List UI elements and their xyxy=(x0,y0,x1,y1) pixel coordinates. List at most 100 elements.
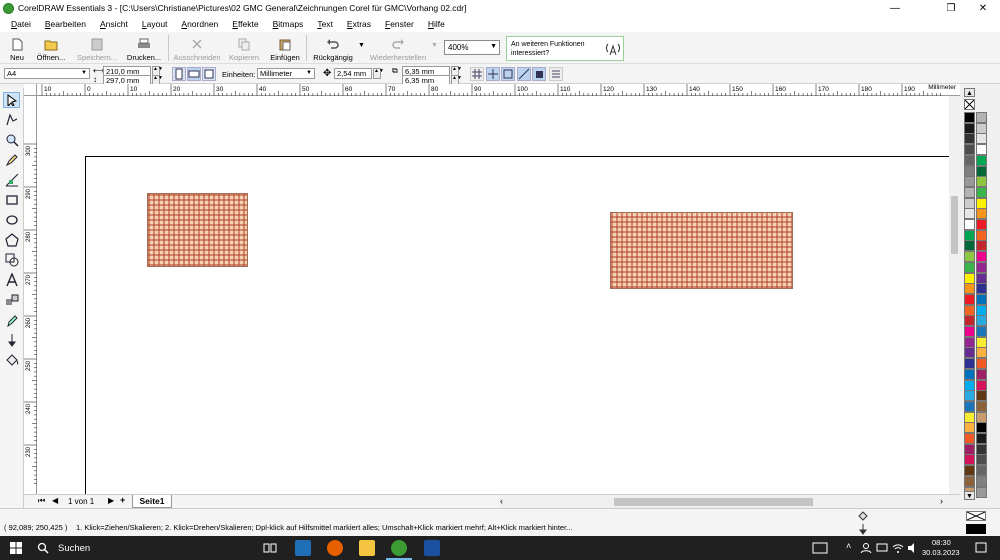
color-swatch[interactable] xyxy=(976,379,987,391)
print-button[interactable]: Drucken... xyxy=(126,34,162,62)
menu-anordnen[interactable]: Anordnen xyxy=(174,19,225,29)
color-swatch[interactable] xyxy=(976,358,987,370)
color-swatch[interactable] xyxy=(976,112,987,123)
color-swatch[interactable] xyxy=(964,154,975,166)
color-swatch[interactable] xyxy=(964,336,975,348)
treat-as-filled-button[interactable] xyxy=(532,67,546,81)
pick-tool[interactable] xyxy=(3,92,20,108)
color-swatch[interactable] xyxy=(964,465,975,477)
next-page-icon[interactable]: ▶ xyxy=(108,496,114,505)
color-swatch[interactable] xyxy=(976,390,987,402)
more-features-banner[interactable]: An weiteren Funktionen interessiert? xyxy=(506,36,624,61)
clock-date[interactable]: 30.03.2023 xyxy=(922,548,960,557)
color-swatch[interactable] xyxy=(964,358,975,370)
color-swatch[interactable] xyxy=(964,133,975,145)
color-swatch[interactable] xyxy=(976,400,987,412)
maximize-button[interactable]: ❐ xyxy=(936,0,966,16)
fill-none-swatch[interactable] xyxy=(966,511,986,521)
no-color-swatch[interactable] xyxy=(964,99,975,110)
freehand-tool[interactable] xyxy=(3,152,20,168)
color-swatch[interactable] xyxy=(976,454,987,466)
text-tool[interactable] xyxy=(3,272,20,288)
previous-page-icon[interactable]: ◀ xyxy=(52,496,58,505)
color-swatch[interactable] xyxy=(964,272,975,284)
calculator-app-icon[interactable] xyxy=(295,540,311,556)
zoom-tool[interactable] xyxy=(3,132,20,148)
drawing-canvas[interactable] xyxy=(37,96,949,494)
snap-grid-button[interactable] xyxy=(470,67,484,81)
fill-tool[interactable] xyxy=(3,352,20,368)
fill-indicator-icon[interactable] xyxy=(857,510,869,522)
first-page-icon[interactable]: ⏮ xyxy=(38,496,45,506)
color-swatch[interactable] xyxy=(964,229,975,241)
undo-button[interactable]: Rückgängig xyxy=(310,34,356,62)
color-swatch[interactable] xyxy=(964,475,975,487)
color-swatch[interactable] xyxy=(976,208,987,220)
shape-tool[interactable] xyxy=(3,112,20,128)
outline-tool[interactable] xyxy=(3,332,20,348)
color-swatch[interactable] xyxy=(964,454,975,466)
color-swatch[interactable] xyxy=(964,293,975,305)
color-swatch[interactable] xyxy=(964,433,975,444)
color-swatch[interactable] xyxy=(976,336,987,348)
color-swatch[interactable] xyxy=(964,208,975,220)
color-swatch[interactable] xyxy=(976,293,987,305)
color-swatch[interactable] xyxy=(976,133,987,145)
color-swatch[interactable] xyxy=(976,272,987,284)
add-page-icon[interactable]: + xyxy=(120,495,125,505)
close-button[interactable]: ✕ xyxy=(968,0,998,16)
snap-guidelines-button[interactable] xyxy=(486,67,500,81)
color-swatch[interactable] xyxy=(976,411,987,423)
color-swatch[interactable] xyxy=(964,240,975,252)
task-view-icon[interactable] xyxy=(263,541,277,555)
color-swatch[interactable] xyxy=(976,154,987,166)
color-swatch[interactable] xyxy=(964,422,975,434)
network-icon[interactable] xyxy=(876,542,888,554)
coreldraw-taskbar-icon[interactable] xyxy=(391,540,407,556)
color-swatch[interactable] xyxy=(976,261,987,273)
basic-shapes-tool[interactable] xyxy=(3,252,20,268)
firefox-icon[interactable] xyxy=(327,540,343,556)
menu-effekte[interactable]: Effekte xyxy=(225,19,265,29)
undo-dropdown-arrow-icon[interactable]: ▼ xyxy=(358,42,365,49)
palette-scroll-up-icon[interactable]: ▲ xyxy=(964,88,975,97)
color-swatch[interactable] xyxy=(976,122,987,134)
color-swatch[interactable] xyxy=(964,197,975,209)
ruler-origin[interactable] xyxy=(24,84,37,96)
new-button[interactable]: Neu xyxy=(6,34,28,62)
volume-icon[interactable] xyxy=(907,542,919,554)
color-swatch[interactable] xyxy=(964,122,975,134)
search-icon[interactable] xyxy=(37,542,49,554)
color-swatch[interactable] xyxy=(964,251,975,263)
open-button[interactable]: Öffnen... xyxy=(34,34,68,62)
save-button[interactable]: Speichern... xyxy=(76,34,118,62)
color-swatch[interactable] xyxy=(964,443,975,455)
menu-bearbeiten[interactable]: Bearbeiten xyxy=(38,19,93,29)
color-swatch[interactable] xyxy=(964,144,975,156)
landscape-button[interactable] xyxy=(187,67,201,81)
people-icon[interactable] xyxy=(860,542,872,554)
nudge-distance-input[interactable]: 2,54 mm xyxy=(334,68,372,79)
paste-button[interactable]: Einfügen xyxy=(268,34,302,62)
color-swatch[interactable] xyxy=(964,112,975,123)
color-swatch[interactable] xyxy=(964,368,975,380)
color-swatch[interactable] xyxy=(976,283,987,295)
page-size-select[interactable]: A4 ▼ xyxy=(4,68,90,79)
page-tab-seite1[interactable]: Seite1 xyxy=(132,495,172,508)
horizontal-scroll-thumb[interactable] xyxy=(614,498,813,506)
gingham-fabric-bitmap-small[interactable] xyxy=(147,193,248,267)
menu-layout[interactable]: Layout xyxy=(135,19,175,29)
file-explorer-icon[interactable] xyxy=(359,540,375,556)
color-swatch[interactable] xyxy=(964,411,975,423)
keyboard-icon[interactable] xyxy=(812,542,828,554)
color-swatch[interactable] xyxy=(976,443,987,455)
menu-datei[interactable]: Datei xyxy=(4,19,38,29)
color-swatch[interactable] xyxy=(976,347,987,359)
vertical-scrollbar[interactable] xyxy=(949,96,960,494)
color-swatch[interactable] xyxy=(964,347,975,359)
color-swatch[interactable] xyxy=(976,219,987,230)
outline-indicator-icon[interactable] xyxy=(857,523,869,535)
color-swatch[interactable] xyxy=(976,433,987,444)
minimize-button[interactable]: — xyxy=(880,0,910,16)
outline-black-swatch[interactable] xyxy=(966,524,986,534)
